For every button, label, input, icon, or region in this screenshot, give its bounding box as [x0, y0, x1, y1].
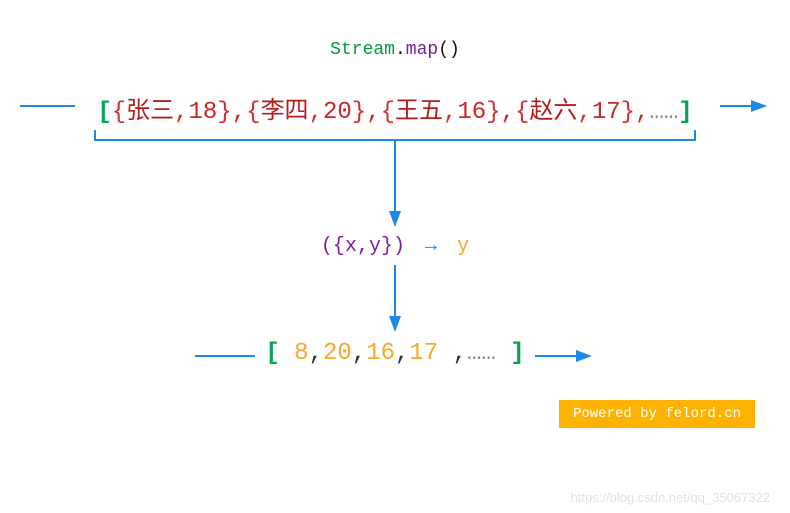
- item-1: {李四,20}: [246, 99, 366, 126]
- input-ellipsis: ……: [649, 99, 678, 126]
- powered-by-badge: Powered by felord.cn: [559, 400, 755, 428]
- diagram-canvas: Stream.map() [{张三,18},{李四,20},{王五,16},{赵…: [0, 0, 790, 513]
- arrow-icon: →: [425, 235, 437, 258]
- watermark: https://blog.csdn.net/qq_35067322: [571, 490, 771, 505]
- open-bracket: [: [97, 99, 111, 126]
- item-2: {王五,16}: [381, 99, 501, 126]
- title-class: Stream: [330, 40, 395, 60]
- lambda-expression: ({x,y}) → y: [0, 235, 790, 258]
- title: Stream.map(): [0, 40, 790, 60]
- title-paren: (): [438, 40, 460, 60]
- title-method: map: [406, 40, 438, 60]
- close-bracket: ]: [678, 99, 692, 126]
- item-3: {赵六,17}: [515, 99, 635, 126]
- output-list: [ 8,20,16,17 ,…… ]: [0, 340, 790, 367]
- lambda-result: y: [457, 235, 469, 258]
- input-list: [{张三,18},{李四,20},{王五,16},{赵六,17},……]: [0, 90, 790, 126]
- title-dot: .: [395, 40, 406, 60]
- bracket-icon: [95, 130, 695, 140]
- item-0: {张三,18}: [112, 99, 232, 126]
